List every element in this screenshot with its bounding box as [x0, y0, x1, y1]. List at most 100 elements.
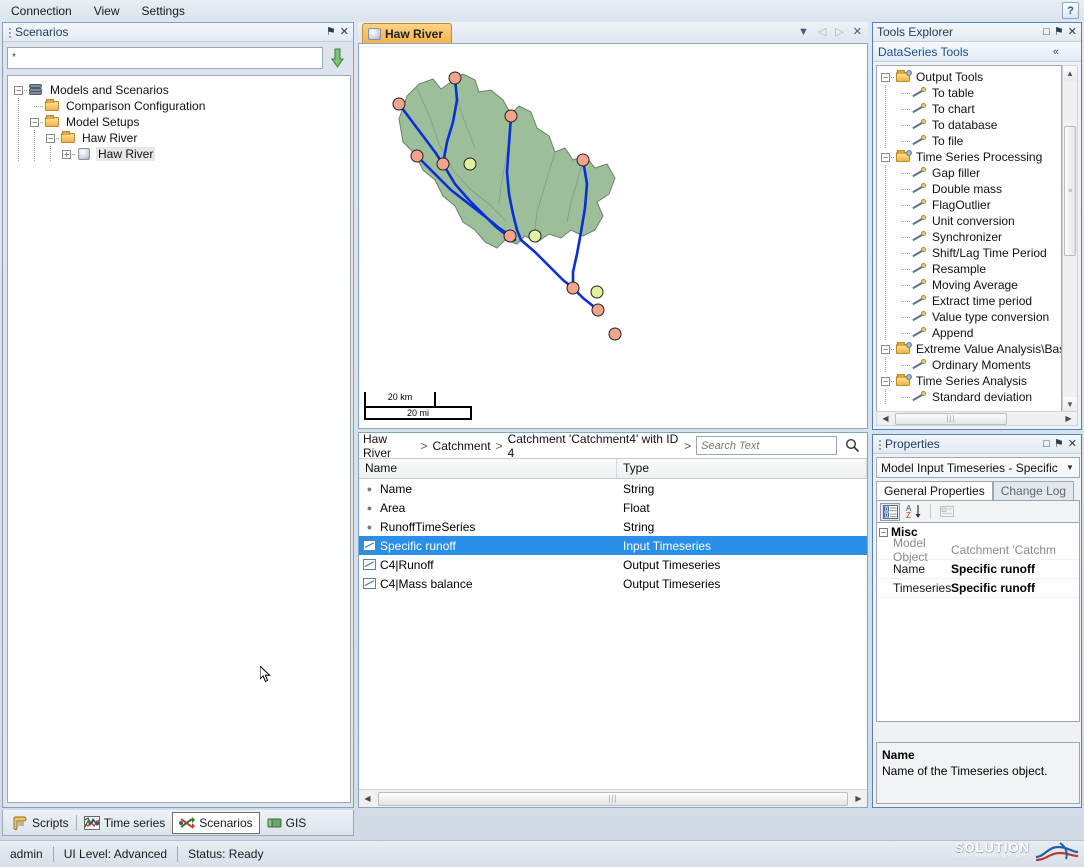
tab-change-log[interactable]: Change Log [992, 481, 1075, 500]
tools-hscroll-thumb[interactable]: ||| [895, 412, 1007, 425]
scenarios-tree-node[interactable]: + Haw River [12, 146, 346, 162]
tree-expander[interactable] [28, 98, 44, 114]
properties-grid[interactable]: − Misc Model Object Catchment 'Catchm Name… [876, 522, 1080, 722]
tools-tree-node[interactable]: To database [879, 117, 1059, 133]
properties-object-selector[interactable]: Model Input Timeseries - Specific ▼ [876, 457, 1080, 478]
tools-scroll-thumb[interactable]: ≡ [1064, 126, 1076, 256]
pin-icon[interactable]: ⚑ [326, 26, 336, 38]
property-value[interactable]: Catchment 'Catchm [947, 543, 1079, 557]
map-view[interactable]: 20 km 20 mi [358, 44, 868, 429]
tab-general-properties[interactable]: General Properties [876, 481, 993, 500]
tab-close-icon[interactable]: ✕ [853, 25, 862, 38]
view-tab-gis[interactable]: GIS [261, 812, 313, 834]
chevron-down-icon[interactable]: ▼ [1061, 458, 1079, 477]
tools-tree-node[interactable]: Standard deviation [879, 389, 1059, 405]
tree-expander[interactable]: − [12, 82, 28, 98]
tools-tree-node[interactable]: Append [879, 325, 1059, 341]
scroll-right-icon[interactable]: ▶ [1060, 411, 1077, 427]
tools-tree-node[interactable]: Shift/Lag Time Period [879, 245, 1059, 261]
breadcrumb-item-1[interactable]: Catchment [433, 439, 491, 453]
breadcrumb-item-0[interactable]: Haw River [363, 432, 416, 460]
tools-tree-node[interactable]: − Extreme Value Analysis\Basi [879, 341, 1061, 357]
scenarios-tree-node[interactable]: − Haw River [12, 130, 346, 146]
scroll-right-icon[interactable]: ▶ [850, 791, 867, 807]
view-tab-time-series[interactable]: Time series [78, 812, 172, 834]
tree-expander[interactable]: − [879, 373, 895, 389]
tools-tree-node[interactable]: Synchronizer [879, 229, 1059, 245]
close-icon[interactable]: ✕ [1068, 438, 1077, 450]
tree-expander[interactable]: − [28, 114, 44, 130]
tab-next-icon[interactable]: ▷ [835, 25, 843, 38]
scenarios-tree-node[interactable]: − Model Setups [12, 114, 346, 130]
tools-tree-node[interactable]: Value type conversion [879, 309, 1059, 325]
grid-search-input[interactable]: Search Text [696, 436, 838, 455]
breadcrumb-item-2[interactable]: Catchment 'Catchment4' with ID 4 [508, 432, 680, 460]
property-row[interactable]: Timeseries Specific runoff [877, 579, 1079, 598]
property-row[interactable]: Name Specific runoff [877, 560, 1079, 579]
tab-prev-icon[interactable]: ◁ [818, 25, 826, 38]
restore-icon[interactable]: □ [1043, 26, 1050, 38]
tree-expander[interactable]: + [60, 146, 76, 162]
table-row[interactable]: C4|Mass balance Output Timeseries [359, 574, 867, 593]
tools-tree-node[interactable]: − Time Series Processing [879, 149, 1059, 165]
view-tab-scenarios[interactable]: Scenarios [172, 811, 260, 834]
tools-tree-node[interactable]: To file [879, 133, 1059, 149]
categorized-view-icon[interactable] [880, 502, 900, 521]
tools-tree-node[interactable]: − Time Series Analysis [879, 373, 1059, 389]
grid-scroll-track[interactable]: ||| [376, 790, 850, 807]
tools-tree-node[interactable]: Double mass [879, 181, 1059, 197]
table-row[interactable]: Specific runoff Input Timeseries [359, 536, 867, 555]
grid-column-type[interactable]: Type [617, 459, 867, 478]
help-icon[interactable]: ? [1062, 2, 1079, 19]
tools-tree[interactable]: − Output Tools To table To chart To database… [876, 65, 1062, 413]
menu-item-settings[interactable]: Settings [131, 2, 196, 20]
table-row[interactable]: ● Area Float [359, 498, 867, 517]
scenarios-tree-node[interactable]: Comparison Configuration [12, 98, 346, 114]
scenarios-tree[interactable]: − Models and Scenarios Comparison Configur… [7, 75, 351, 803]
tools-horizontal-scrollbar[interactable]: ◀ ||| ▶ [876, 411, 1078, 426]
tree-expander[interactable]: − [879, 341, 895, 357]
restore-icon[interactable]: □ [1043, 438, 1050, 450]
pin-icon[interactable]: ⚑ [1054, 26, 1064, 38]
property-pages-icon[interactable] [937, 503, 957, 521]
down-arrow-icon[interactable] [323, 48, 351, 68]
property-value[interactable]: Specific runoff [947, 562, 1079, 576]
pin-icon[interactable]: ⚑ [1054, 438, 1064, 450]
close-icon[interactable]: ✕ [1068, 26, 1077, 38]
drag-grip-icon[interactable] [877, 438, 883, 451]
table-row[interactable]: ● Name String [359, 479, 867, 498]
tools-tree-node[interactable]: Extract time period [879, 293, 1059, 309]
grid-scroll-thumb[interactable]: ||| [378, 791, 848, 806]
table-row[interactable]: C4|Runoff Output Timeseries [359, 555, 867, 574]
tab-list-dropdown-icon[interactable]: ▼ [798, 26, 809, 38]
view-tab-scripts[interactable]: Scripts [7, 812, 75, 834]
drag-grip-icon[interactable] [7, 26, 13, 39]
property-row[interactable]: Model Object Catchment 'Catchm [877, 536, 1079, 564]
tools-tree-node[interactable]: Gap filler [879, 165, 1059, 181]
tools-tree-node[interactable]: − Output Tools [879, 69, 1059, 85]
tools-tree-node[interactable]: Moving Average [879, 277, 1059, 293]
tree-expander[interactable]: − [879, 149, 895, 165]
tree-expander[interactable]: − [44, 130, 60, 146]
table-row[interactable]: ● RunoffTimeSeries String [359, 517, 867, 536]
tools-tree-node[interactable]: To chart [879, 101, 1059, 117]
scenarios-tree-node[interactable]: − Models and Scenarios [12, 82, 346, 98]
document-tab-haw-river[interactable]: Haw River [362, 23, 453, 43]
chevron-up-icon[interactable]: « [1053, 46, 1081, 58]
close-icon[interactable]: ✕ [340, 26, 349, 38]
grid-column-name[interactable]: Name [359, 459, 617, 478]
magnifier-icon[interactable] [842, 438, 863, 453]
scroll-up-icon[interactable]: ▲ [1063, 66, 1077, 81]
tools-tree-node[interactable]: Ordinary Moments [879, 357, 1059, 373]
tools-tree-node[interactable]: To table [879, 85, 1059, 101]
sort-alphabetical-icon[interactable]: A Z [904, 503, 924, 521]
tools-tree-node[interactable]: FlagOutlier [879, 197, 1059, 213]
menu-item-view[interactable]: View [83, 2, 131, 20]
scenarios-search-input[interactable]: * [7, 47, 323, 69]
tools-vertical-scrollbar[interactable]: ▲ ≡ ▼ [1062, 65, 1078, 413]
tree-expander[interactable]: − [879, 69, 895, 85]
scroll-left-icon[interactable]: ◀ [359, 791, 376, 807]
scroll-left-icon[interactable]: ◀ [877, 411, 894, 427]
tools-tree-node[interactable]: Unit conversion [879, 213, 1059, 229]
menu-item-connection[interactable]: Connection [0, 2, 83, 20]
